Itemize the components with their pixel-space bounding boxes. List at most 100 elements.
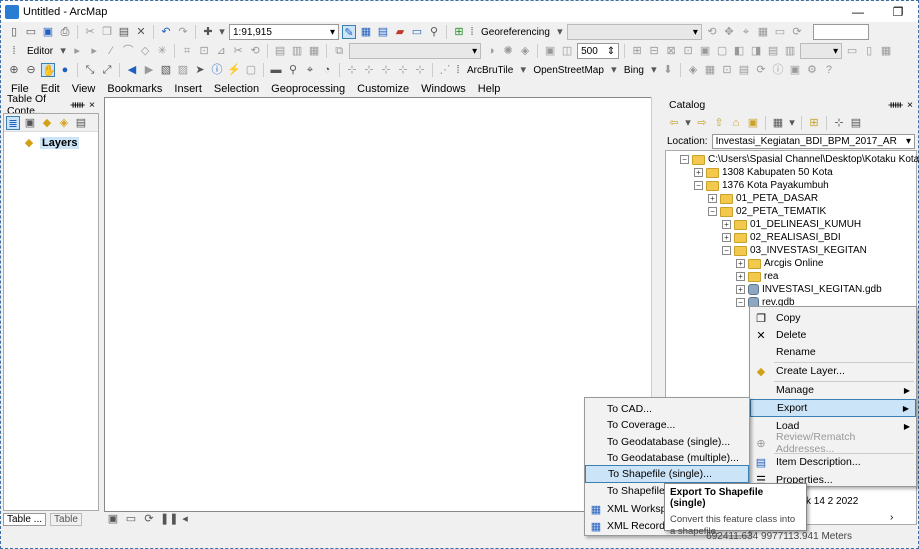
undo-icon[interactable]: ↶ xyxy=(159,25,173,39)
select-elements-icon[interactable]: ➤ xyxy=(193,63,207,77)
print-icon[interactable]: ⎙ xyxy=(58,25,72,39)
expand-icon[interactable]: + xyxy=(736,272,745,281)
collapse-icon[interactable]: − xyxy=(680,155,689,164)
catalog-pin-icon[interactable]: ᚔ xyxy=(888,99,902,111)
copy-icon[interactable]: ❐ xyxy=(100,25,114,39)
export-to-coverage[interactable]: To Coverage... xyxy=(585,416,749,434)
catalog-close-icon[interactable]: × xyxy=(907,99,913,111)
go-forward-icon[interactable]: ▶ xyxy=(142,63,156,77)
editor-toolbar-toggle-icon[interactable]: ✎ xyxy=(342,25,356,39)
tree-node[interactable]: − C:\Users\Spasial Channel\Desktop\Kotak… xyxy=(680,153,919,166)
collapse-icon[interactable]: − xyxy=(694,181,703,190)
layers-data-frame[interactable]: Layers xyxy=(40,137,80,149)
georeferencing-layer-combo[interactable]: ▾ xyxy=(566,24,702,40)
expand-icon[interactable]: + xyxy=(722,220,731,229)
delete-icon[interactable]: ✕ xyxy=(134,25,148,39)
catalog-back-dropdown-icon[interactable]: ▾ xyxy=(684,116,692,130)
add-data-dropdown-icon[interactable]: ▾ xyxy=(218,25,226,39)
tree-node[interactable]: + 01_PETA_DASAR xyxy=(708,192,818,205)
expand-icon[interactable]: + xyxy=(736,259,745,268)
fixed-zoom-in-icon[interactable]: ⤡ xyxy=(83,63,97,77)
cut-icon[interactable]: ✂ xyxy=(83,25,97,39)
tree-node[interactable]: − 1376 Kota Payakumbuh xyxy=(694,179,829,192)
editor-menu[interactable]: Editor xyxy=(24,46,56,57)
bing-dropdown-icon[interactable]: ▾ xyxy=(650,63,658,77)
toc-options-icon[interactable]: ▤ xyxy=(74,116,88,130)
menu-item-copy[interactable]: ❐ Copy xyxy=(750,309,916,327)
openstreetmap-menu[interactable]: OpenStreetMap xyxy=(530,65,607,76)
refresh-view-icon[interactable]: ⟳ xyxy=(142,512,156,526)
arcbrutile-menu[interactable]: ArcBruTile xyxy=(464,65,516,76)
catalog-home-icon[interactable]: ⌂ xyxy=(729,116,743,130)
redo-icon[interactable]: ↷ xyxy=(176,25,190,39)
expand-icon[interactable]: + xyxy=(722,233,731,242)
tree-node[interactable]: + INVESTASI_KEGITAN.gdb xyxy=(736,283,882,296)
georeferencing-dropdown-icon[interactable]: ▾ xyxy=(556,25,564,39)
new-document-icon[interactable]: ▯ xyxy=(7,25,21,39)
menu-item-manage[interactable]: Manage ▶ xyxy=(750,381,916,399)
select-features-icon[interactable]: ▧ xyxy=(159,63,173,77)
menu-selection[interactable]: Selection xyxy=(214,83,259,95)
minimize-button[interactable]: — xyxy=(838,1,878,23)
catalog-views-icon[interactable]: ▦ xyxy=(771,116,785,130)
python-window-icon[interactable]: ▭ xyxy=(410,25,424,39)
go-to-xy-icon[interactable]: ⌖ xyxy=(303,63,317,77)
paste-icon[interactable]: ▤ xyxy=(117,25,131,39)
menu-item-export[interactable]: Export ▶ xyxy=(750,399,916,417)
html-popup-icon[interactable]: ▢ xyxy=(244,63,258,77)
data-view-icon[interactable]: ▣ xyxy=(106,512,120,526)
arctoolbox-icon[interactable]: ▰ xyxy=(393,25,407,39)
expand-icon[interactable]: + xyxy=(736,285,745,294)
layer-target-combo[interactable]: ▾ xyxy=(349,43,482,59)
toc-close-icon[interactable]: × xyxy=(89,99,95,111)
catalog-refresh-icon[interactable]: ▤ xyxy=(849,116,863,130)
list-by-visibility-icon[interactable]: ◆ xyxy=(40,116,54,130)
restore-button[interactable]: ❐ xyxy=(878,1,918,23)
menu-item-rename[interactable]: Rename xyxy=(750,343,916,361)
full-extent-icon[interactable]: ● xyxy=(58,63,72,77)
layout-zoom-combo[interactable]: ▾ xyxy=(800,43,843,59)
collapse-icon[interactable]: − xyxy=(736,298,745,307)
connect-folder-icon[interactable]: ⊞ xyxy=(807,116,821,130)
zoom-in-icon[interactable]: ⊕ xyxy=(7,63,21,77)
search-window-icon[interactable]: ⚲ xyxy=(427,25,441,39)
find-icon[interactable]: ⚲ xyxy=(286,63,300,77)
identify-icon[interactable]: ⓘ xyxy=(210,63,224,77)
menu-insert[interactable]: Insert xyxy=(174,83,202,95)
layout-view-icon[interactable]: ▭ xyxy=(124,512,138,526)
menu-geoprocessing[interactable]: Geoprocessing xyxy=(271,83,345,95)
tree-node[interactable]: + rea xyxy=(736,270,778,283)
size-spinner[interactable]: 500 ⇕ xyxy=(577,43,620,59)
fixed-zoom-out-icon[interactable]: ⤢ xyxy=(100,63,114,77)
editor-dropdown-icon[interactable]: ▾ xyxy=(59,44,67,58)
catalog-options-icon[interactable]: ⊹ xyxy=(832,116,846,130)
tree-scroll-arrow[interactable]: › xyxy=(890,511,893,524)
export-to-shapefile-single[interactable]: To Shapefile (single)... xyxy=(585,465,749,483)
table-of-contents-icon[interactable]: ▦ xyxy=(359,25,373,39)
catalog-back-icon[interactable]: ⇦ xyxy=(667,116,681,130)
open-folder-icon[interactable]: ▭ xyxy=(24,25,38,39)
tree-node[interactable]: + 02_REALISASI_BDI xyxy=(722,231,841,244)
toc-pin-icon[interactable]: ᚔ xyxy=(70,99,84,111)
pan-icon[interactable]: ✋ xyxy=(41,63,56,77)
catalog-window-icon[interactable]: ▤ xyxy=(376,25,390,39)
time-slider-icon[interactable]: ◔ xyxy=(320,63,334,77)
menu-help[interactable]: Help xyxy=(478,83,501,95)
georef-extra-combo[interactable] xyxy=(812,24,869,40)
measure-icon[interactable]: ▬ xyxy=(269,63,283,77)
bing-menu[interactable]: Bing xyxy=(621,65,647,76)
tree-node[interactable]: + Arcgis Online xyxy=(736,257,823,270)
openstreetmap-dropdown-icon[interactable]: ▾ xyxy=(610,63,618,77)
clear-selection-icon[interactable]: ▨ xyxy=(176,63,190,77)
collapse-icon[interactable]: − xyxy=(708,207,717,216)
tree-node[interactable]: + 01_DELINEASI_KUMUH xyxy=(722,218,861,231)
list-by-selection-icon[interactable]: ◈ xyxy=(57,116,71,130)
list-by-drawing-order-icon[interactable]: ≣ xyxy=(6,116,20,130)
tab-table[interactable]: Table xyxy=(50,512,82,526)
menu-windows[interactable]: Windows xyxy=(421,83,466,95)
add-data-icon[interactable]: ✚ xyxy=(201,25,215,39)
menu-item-create-layer[interactable]: ◆ Create Layer... xyxy=(750,362,916,380)
tree-node[interactable]: + 1308 Kabupaten 50 Kota xyxy=(694,166,833,179)
georeferencing-menu[interactable]: Georeferencing xyxy=(478,27,553,38)
map-display[interactable] xyxy=(104,97,662,512)
